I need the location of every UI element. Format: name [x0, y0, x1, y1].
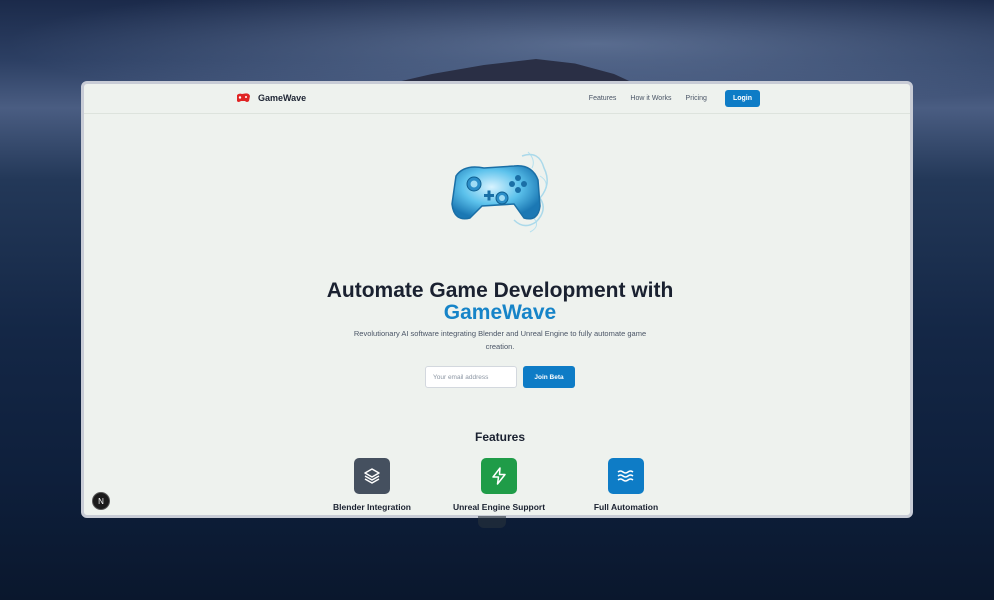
- dev-tools-badge[interactable]: N: [92, 492, 110, 510]
- login-button[interactable]: Login: [724, 90, 760, 107]
- waves-icon: [608, 458, 644, 494]
- signup-form: Join Beta: [425, 366, 575, 388]
- nav-link-how-it-works[interactable]: How it Works: [630, 95, 671, 102]
- dock-edge: [478, 516, 506, 528]
- hero-title-accent: GameWave: [443, 301, 557, 324]
- brand-name: GameWave: [258, 93, 307, 103]
- join-beta-button[interactable]: Join Beta: [523, 366, 575, 388]
- brand-link[interactable]: GameWave: [235, 92, 306, 104]
- water-gamepad-icon: [451, 151, 548, 233]
- nav-links: Features How it Works Pricing Login: [589, 90, 760, 107]
- feature-label: Blender Integration: [333, 502, 411, 512]
- feature-unreal: Unreal Engine Support: [434, 458, 564, 512]
- browser-window: GameWave Features How it Works Pricing L…: [81, 81, 913, 518]
- hero-title-line: Automate Game Development with: [326, 279, 674, 302]
- lightning-icon: [481, 458, 517, 494]
- gamepad-logo-icon: [237, 93, 250, 102]
- layers-icon: [354, 458, 390, 494]
- feature-automation: Full Automation: [561, 458, 691, 512]
- hero-title: Automate Game Development with GameWave: [84, 279, 910, 324]
- navbar: GameWave Features How it Works Pricing L…: [84, 84, 910, 114]
- features-title: Features: [474, 430, 526, 444]
- feature-label: Full Automation: [593, 502, 659, 512]
- nav-link-features[interactable]: Features: [589, 95, 617, 102]
- hero-subtitle: Revolutionary AI software integrating Bl…: [353, 329, 647, 351]
- feature-label: Unreal Engine Support: [452, 502, 546, 512]
- email-input[interactable]: [425, 366, 517, 388]
- nav-link-pricing[interactable]: Pricing: [686, 95, 707, 102]
- feature-blender: Blender Integration: [307, 458, 437, 512]
